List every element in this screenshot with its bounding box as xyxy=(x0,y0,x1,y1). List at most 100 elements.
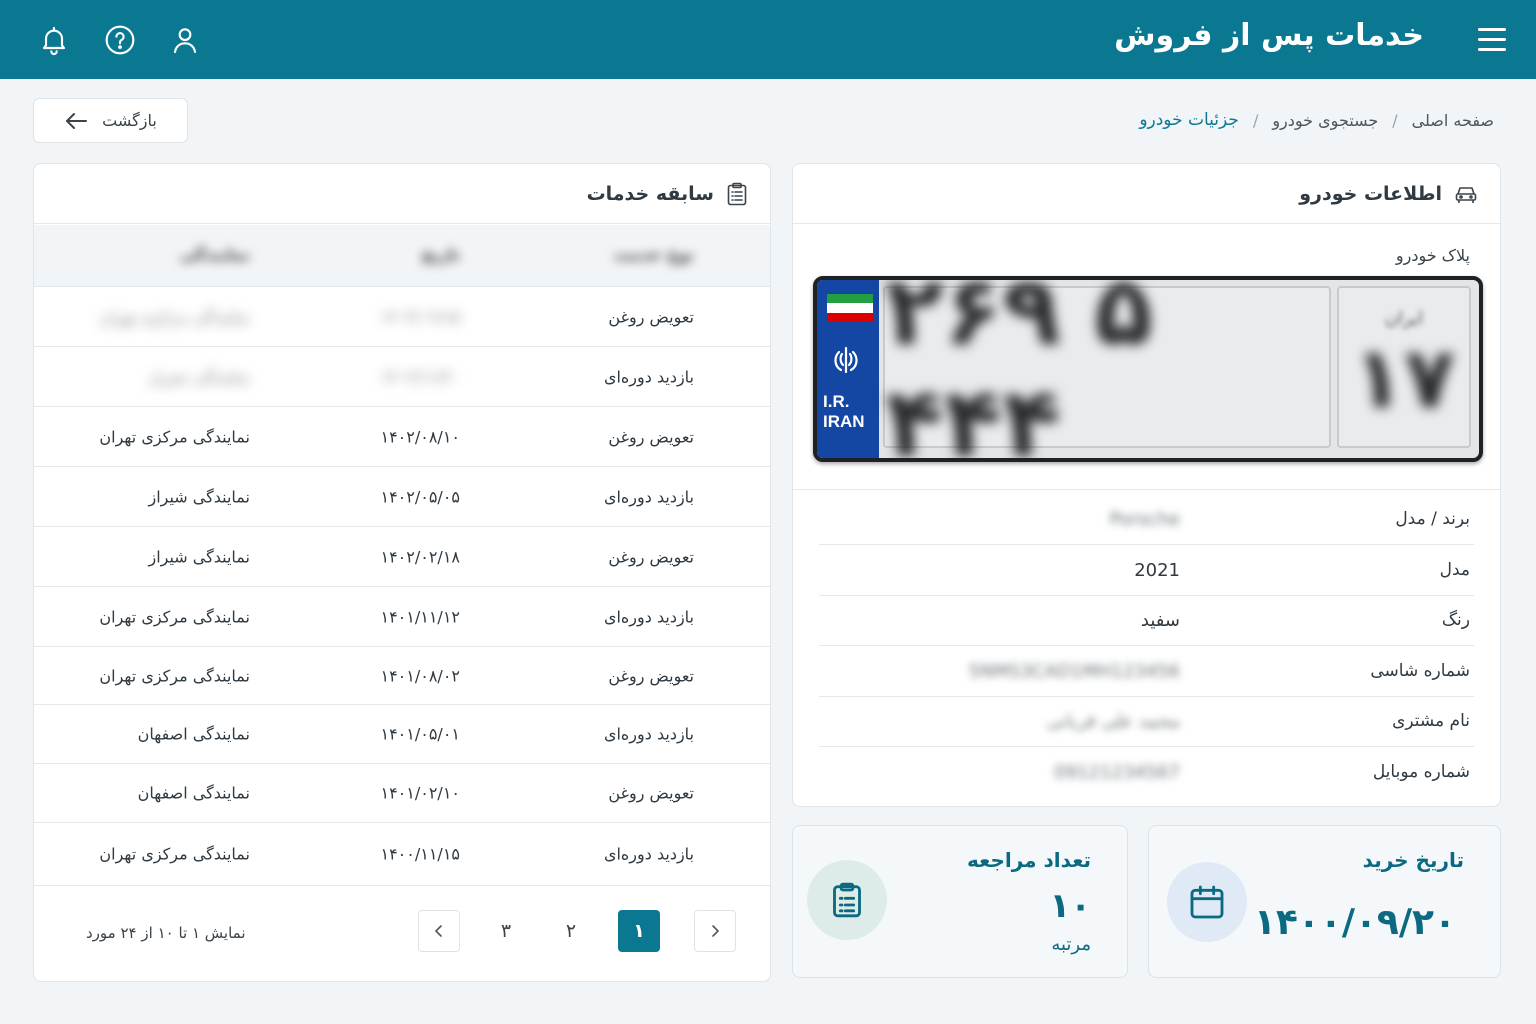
agency-cell: نمایندگی مرکزی تهران xyxy=(99,666,250,685)
agency-cell: نمایندگی مرکزی تهران xyxy=(99,427,250,446)
plate-country-strip: I.R. IRAN xyxy=(817,280,879,458)
vehicle-info-value: Porsche xyxy=(1109,509,1180,530)
top-bar: خدمات پس از فروش xyxy=(0,0,1536,79)
table-row[interactable]: بازدید دوره‌ای ۱۴۰۲/۱۱/۲۰ نمایندگی شیراز xyxy=(34,347,770,407)
vehicle-card-title: اطلاعات خودرو xyxy=(1299,182,1442,205)
date-cell: ۱۴۰۱/۰۲/۱۰ xyxy=(380,783,460,803)
help-icon[interactable] xyxy=(104,24,136,56)
breadcrumb-home[interactable]: صفحه اصلی xyxy=(1412,111,1494,130)
vehicle-info-label: شماره موبایل xyxy=(1372,761,1470,782)
breadcrumb-vehicle-search[interactable]: جستجوی خودرو xyxy=(1272,111,1378,130)
vehicle-card-header: اطلاعات خودرو xyxy=(793,164,1500,224)
breadcrumb-separator: / xyxy=(1252,110,1259,130)
plate-region-word: ایران xyxy=(1384,307,1424,329)
previous-page-button[interactable] xyxy=(418,910,460,952)
chevron-right-icon xyxy=(712,925,720,937)
vehicle-info-row: شماره شاسی 5NMS3CAD1MH123456 xyxy=(819,647,1474,697)
clipboard-icon-badge xyxy=(807,860,887,940)
service-history-card: سابقه خدمات نوع خدمت تاریخ نمایندگی تعوی… xyxy=(33,163,771,982)
visit-count-unit: مرتبه xyxy=(1051,934,1091,955)
app-title: خدمات پس از فروش xyxy=(1114,18,1424,53)
agency-cell: نمایندگی مرکزی تهران xyxy=(99,307,250,326)
agency-cell: نمایندگی مرکزی تهران xyxy=(99,607,250,626)
vehicle-info-label: نام مشتری xyxy=(1392,711,1470,731)
date-cell: ۱۴۰۳/۰۲/۱۵ xyxy=(380,307,460,326)
table-row[interactable]: تعویض روغن ۱۴۰۱/۰۲/۱۰ نمایندگی اصفهان xyxy=(34,764,770,823)
emblem-icon xyxy=(834,346,858,374)
license-plate: I.R. IRAN ۲۶۹ ۵ ۴۴۴ ایران ۱۷ xyxy=(813,276,1483,462)
page-button-2[interactable]: ۲ xyxy=(550,910,592,952)
clipboard-list-icon xyxy=(833,882,861,918)
agency-cell: نمایندگی اصفهان xyxy=(137,783,250,803)
arrow-left-icon xyxy=(66,112,88,129)
date-cell: ۱۴۰۲/۰۸/۱۰ xyxy=(380,427,460,446)
date-cell: ۱۴۰۲/۰۵/۰۵ xyxy=(380,487,460,506)
agency-cell: نمایندگی شیراز xyxy=(148,547,250,566)
vehicle-info-row: رنگ سفید xyxy=(819,596,1474,646)
service-cell: تعویض روغن xyxy=(608,307,694,326)
table-row[interactable]: تعویض روغن ۱۴۰۳/۰۲/۱۵ نمایندگی مرکزی تهران xyxy=(34,287,770,347)
table-row[interactable]: بازدید دوره‌ای ۱۴۰۱/۱۱/۱۲ نمایندگی مرکزی ت… xyxy=(34,587,770,647)
vehicle-info-row: شماره موبایل 09121234567 xyxy=(819,748,1474,798)
service-cell: تعویض روغن xyxy=(608,427,694,446)
calendar-icon-badge xyxy=(1167,862,1247,942)
plate-region-code: ۱۷ xyxy=(1352,328,1456,427)
pagination-info: نمایش ۱ تا ۱۰ از ۲۴ مورد xyxy=(86,924,246,942)
breadcrumb-separator: / xyxy=(1392,110,1398,130)
vehicle-info-row: برند / مدل Porsche xyxy=(819,495,1474,545)
table-row[interactable]: بازدید دوره‌ای ۱۴۰۱/۰۵/۰۱ نمایندگی اصفهان xyxy=(34,705,770,764)
clipboard-icon xyxy=(727,182,747,205)
page-button-1[interactable]: ۱ xyxy=(618,910,660,952)
table-row[interactable]: تعویض روغن ۱۴۰۲/۰۸/۱۰ نمایندگی مرکزی تهران xyxy=(34,407,770,467)
back-button[interactable]: بازگشت xyxy=(33,98,188,143)
menu-icon[interactable] xyxy=(1478,28,1506,52)
vehicle-info-value: محمد علی قربانی xyxy=(1046,711,1180,732)
iran-flag-icon xyxy=(827,294,873,322)
agency-cell: نمایندگی مرکزی تهران xyxy=(99,844,250,864)
vehicle-info-label: مدل xyxy=(1439,559,1470,580)
agency-cell: نمایندگی اصفهان xyxy=(137,724,250,744)
date-cell: ۱۴۰۱/۰۸/۰۲ xyxy=(380,666,460,685)
column-header-date: تاریخ xyxy=(421,245,460,264)
calendar-icon xyxy=(1190,885,1224,919)
visit-count-card: تعداد مراجعه ۱۰ مرتبه xyxy=(792,825,1128,978)
agency-cell: نمایندگی شیراز xyxy=(148,487,250,506)
visit-count-value: ۱۰ xyxy=(1049,886,1091,926)
chevron-left-icon xyxy=(434,925,442,937)
plate-region-panel: ایران ۱۷ xyxy=(1337,286,1471,448)
breadcrumb-current: جزئیات خودرو xyxy=(1139,110,1239,130)
service-cell: تعویض روغن xyxy=(608,783,694,803)
breadcrumb: صفحه اصلی / جستجوی خودرو / جزئیات خودرو xyxy=(1139,110,1494,130)
vehicle-info-value: 2021 xyxy=(1134,559,1180,581)
plate-country-code: I.R. IRAN xyxy=(823,392,865,431)
plate-number-panel: ۲۶۹ ۵ ۴۴۴ xyxy=(883,280,1331,458)
service-cell: بازدید دوره‌ای xyxy=(603,607,694,626)
vehicle-info-value: سفید xyxy=(1140,610,1180,631)
divider xyxy=(793,489,1500,490)
table-row[interactable]: تعویض روغن ۱۴۰۲/۰۲/۱۸ نمایندگی شیراز xyxy=(34,527,770,587)
table-row[interactable]: تعویض روغن ۱۴۰۱/۰۸/۰۲ نمایندگی مرکزی تهران xyxy=(34,647,770,705)
plate-label: پلاک خودرو xyxy=(1395,246,1470,265)
vehicle-info-value: 09121234567 xyxy=(1054,761,1180,783)
back-button-label: بازگشت xyxy=(102,111,157,130)
agency-cell: نمایندگی شیراز xyxy=(148,367,250,386)
vehicle-info-label: رنگ xyxy=(1441,610,1470,630)
vehicle-info-row: مدل 2021 xyxy=(819,546,1474,596)
service-cell: بازدید دوره‌ای xyxy=(603,367,694,386)
date-cell: ۱۴۰۲/۰۲/۱۸ xyxy=(380,547,460,566)
purchase-date-title: تاریخ خرید xyxy=(1362,848,1464,872)
table-row[interactable]: بازدید دوره‌ای ۱۴۰۰/۱۱/۱۵ نمایندگی مرکزی ت… xyxy=(34,823,770,886)
service-cell: تعویض روغن xyxy=(608,666,694,685)
user-icon[interactable] xyxy=(169,24,201,56)
service-cell: تعویض روغن xyxy=(608,547,694,566)
vehicle-info-card: اطلاعات خودرو پلاک خودرو I.R. IRAN ۲۶۹ ۵… xyxy=(792,163,1501,807)
service-cell: بازدید دوره‌ای xyxy=(603,487,694,506)
date-cell: ۱۴۰۱/۰۵/۰۱ xyxy=(380,724,460,744)
next-page-button[interactable] xyxy=(694,910,736,952)
history-card-header: سابقه خدمات xyxy=(34,164,770,224)
table-row[interactable]: بازدید دوره‌ای ۱۴۰۲/۰۵/۰۵ نمایندگی شیراز xyxy=(34,467,770,527)
bell-icon[interactable] xyxy=(38,24,70,56)
page-button-3[interactable]: ۳ xyxy=(485,910,527,952)
purchase-date-value: ۱۴۰۰/۰۹/۲۰ xyxy=(1253,902,1456,943)
vehicle-info-label: شماره شاسی xyxy=(1370,660,1470,681)
